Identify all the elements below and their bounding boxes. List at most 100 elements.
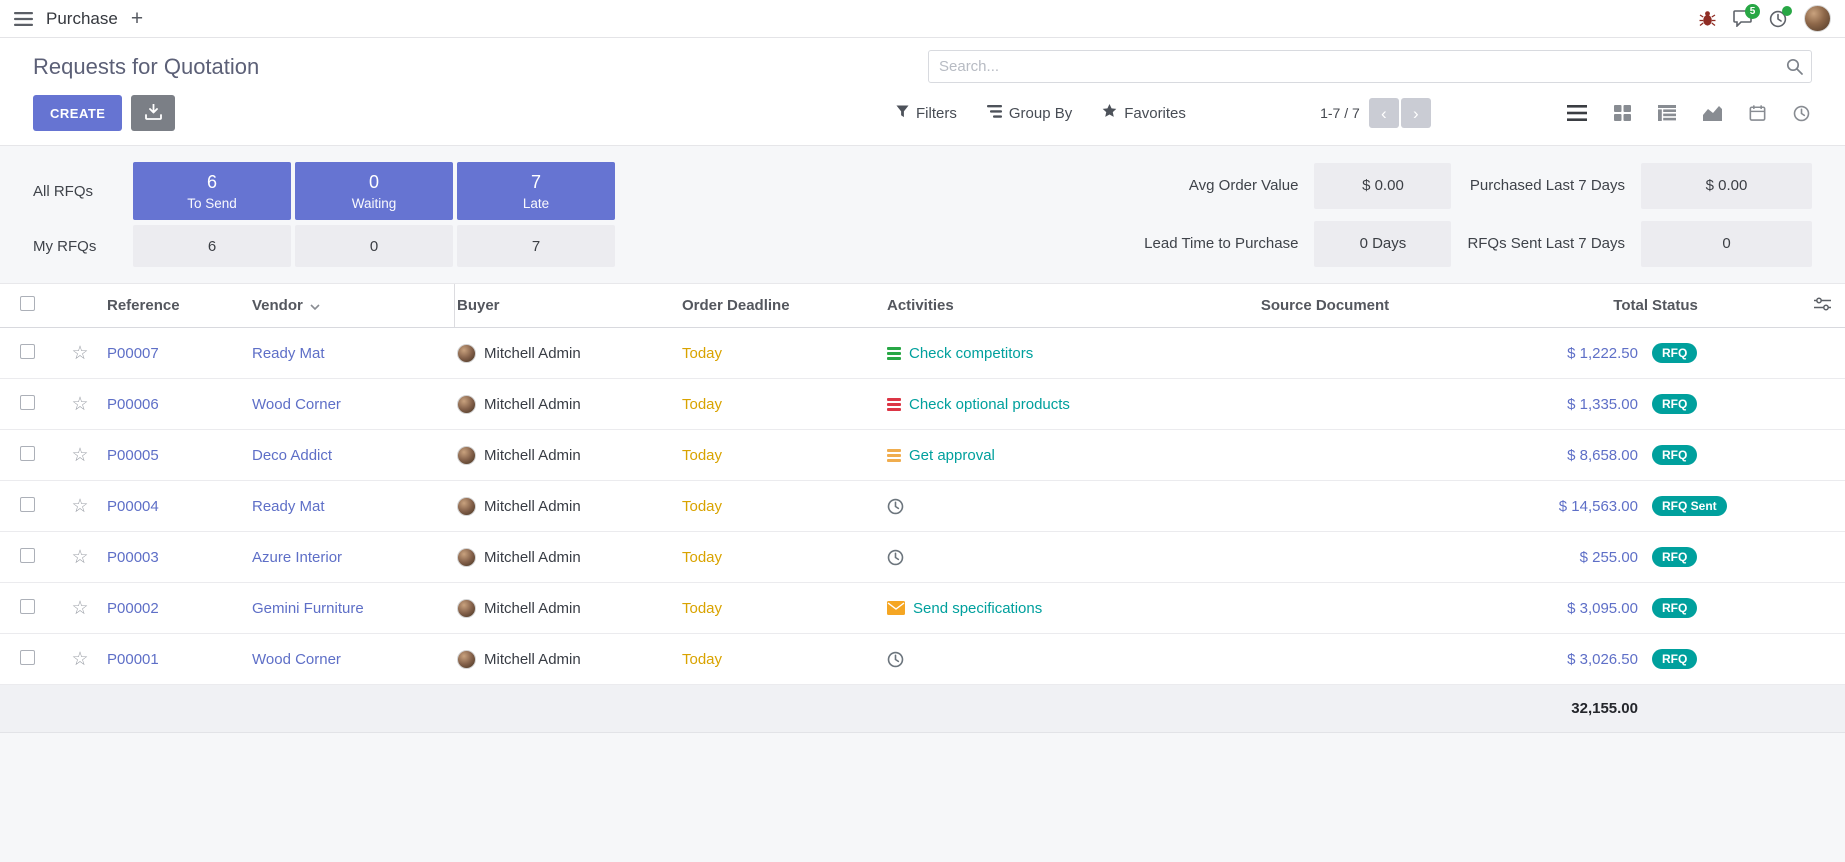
search-icon[interactable] [1786,58,1803,79]
table-row[interactable]: ☆ P00007 Ready Mat Mitchell Admin Today … [0,328,1845,379]
search-input[interactable] [928,50,1812,83]
reference-link[interactable]: P00006 [105,396,250,413]
table-row[interactable]: ☆ P00006 Wood Corner Mitchell Admin Toda… [0,379,1845,430]
export-button[interactable] [131,95,175,131]
favorite-star-icon[interactable]: ☆ [71,343,88,364]
column-header-buyer[interactable]: Buyer [455,297,680,314]
activity-label[interactable]: Check competitors [909,345,1033,362]
my-late-count[interactable]: 7 [457,225,615,267]
buyer-cell[interactable]: Mitchell Admin [455,395,680,414]
view-activity-button[interactable] [1791,103,1812,124]
messages-button[interactable]: 5 [1733,10,1752,27]
reference-link[interactable]: P00002 [105,600,250,617]
favorite-star-icon[interactable]: ☆ [71,598,88,619]
row-checkbox[interactable] [20,344,35,359]
select-all-checkbox[interactable] [20,296,35,311]
activity-cell[interactable]: Get approval [885,447,1215,464]
reference-link[interactable]: P00004 [105,498,250,515]
column-header-reference[interactable]: Reference [105,297,250,314]
activity-cell[interactable]: Send specifications [885,600,1215,617]
reference-link[interactable]: P00003 [105,549,250,566]
pager-previous-button[interactable]: ‹ [1369,98,1399,128]
row-checkbox[interactable] [20,548,35,563]
sliders-icon [1814,298,1831,315]
vendor-link[interactable]: Wood Corner [250,651,455,668]
activity-cell[interactable] [885,651,1215,668]
create-button[interactable]: CREATE [33,95,122,131]
tile-to-send[interactable]: 6 To Send [133,162,291,220]
column-header-source[interactable]: Source Document [1215,297,1435,314]
activity-list-icon [887,347,901,360]
view-list-button[interactable] [1565,103,1589,123]
row-checkbox[interactable] [20,395,35,410]
activities-button[interactable] [1769,10,1787,28]
buyer-avatar [457,446,476,465]
tile-late[interactable]: 7 Late [457,162,615,220]
favorite-star-icon[interactable]: ☆ [71,394,88,415]
activity-cell[interactable]: Check optional products [885,396,1215,413]
table-row[interactable]: ☆ P00001 Wood Corner Mitchell Admin Toda… [0,634,1845,685]
table-row[interactable]: ☆ P00002 Gemini Furniture Mitchell Admin… [0,583,1845,634]
add-tab-icon[interactable]: + [131,8,143,29]
buyer-name: Mitchell Admin [484,549,581,566]
favorite-star-icon[interactable]: ☆ [71,496,88,517]
purchased-last-7-days: $ 0.00 [1641,163,1812,209]
reference-link[interactable]: P00001 [105,651,250,668]
table-row[interactable]: ☆ P00003 Azure Interior Mitchell Admin T… [0,532,1845,583]
row-checkbox[interactable] [20,599,35,614]
view-kanban-button[interactable] [1612,103,1633,123]
vendor-link[interactable]: Gemini Furniture [250,600,455,617]
buyer-avatar [457,599,476,618]
app-name[interactable]: Purchase [46,9,118,29]
activity-cell[interactable] [885,498,1215,515]
buyer-cell[interactable]: Mitchell Admin [455,650,680,669]
row-checkbox[interactable] [20,497,35,512]
reference-link[interactable]: P00005 [105,447,250,464]
activity-cell[interactable]: Check competitors [885,345,1215,362]
vendor-link[interactable]: Deco Addict [250,447,455,464]
table-row[interactable]: ☆ P00005 Deco Addict Mitchell Admin Toda… [0,430,1845,481]
vendor-link[interactable]: Azure Interior [250,549,455,566]
column-header-deadline[interactable]: Order Deadline [680,297,885,314]
activity-cell[interactable] [885,549,1215,566]
tile-waiting[interactable]: 0 Waiting [295,162,453,220]
buyer-cell[interactable]: Mitchell Admin [455,497,680,516]
column-header-status[interactable]: Status [1650,297,1800,314]
reference-link[interactable]: P00007 [105,345,250,362]
table-row[interactable]: ☆ P00004 Ready Mat Mitchell Admin Today … [0,481,1845,532]
activity-label[interactable]: Send specifications [913,600,1042,617]
favorite-star-icon[interactable]: ☆ [71,649,88,670]
buyer-cell[interactable]: Mitchell Admin [455,344,680,363]
view-graph-button[interactable] [1701,104,1724,123]
vendor-link[interactable]: Wood Corner [250,396,455,413]
buyer-cell[interactable]: Mitchell Admin [455,599,680,618]
activity-label[interactable]: Get approval [909,447,995,464]
favorites-button[interactable]: Favorites [1102,104,1186,122]
vendor-link[interactable]: Ready Mat [250,345,455,362]
buyer-cell[interactable]: Mitchell Admin [455,446,680,465]
total-amount: $ 1,335.00 [1435,396,1650,413]
row-checkbox[interactable] [20,650,35,665]
my-to-send-count[interactable]: 6 [133,225,291,267]
debug-bug-icon[interactable] [1699,10,1716,27]
my-waiting-count[interactable]: 0 [295,225,453,267]
column-header-vendor[interactable]: Vendor [250,284,455,327]
filters-button[interactable]: Filters [896,104,957,122]
optional-columns-button[interactable] [1812,297,1833,315]
favorite-star-icon[interactable]: ☆ [71,445,88,466]
favorite-star-icon[interactable]: ☆ [71,547,88,568]
search-bar[interactable] [928,50,1812,83]
row-checkbox[interactable] [20,446,35,461]
activity-label[interactable]: Check optional products [909,396,1070,413]
column-header-activities[interactable]: Activities [885,297,1215,314]
buyer-avatar [457,344,476,363]
view-calendar-button[interactable] [1747,103,1768,123]
group-by-button[interactable]: Group By [987,104,1072,122]
column-header-total[interactable]: Total [1435,297,1650,314]
buyer-cell[interactable]: Mitchell Admin [455,548,680,567]
pager-next-button[interactable]: › [1401,98,1431,128]
user-avatar[interactable] [1804,5,1831,32]
apps-menu-icon[interactable] [14,12,33,26]
vendor-link[interactable]: Ready Mat [250,498,455,515]
view-pivot-button[interactable] [1656,103,1678,123]
